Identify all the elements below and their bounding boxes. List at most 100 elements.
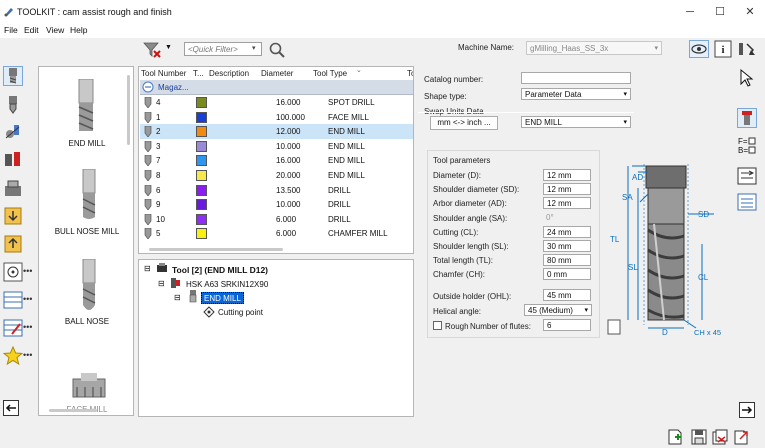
column-header[interactable]: Tool Number: [141, 69, 186, 78]
param-input[interactable]: 0 mm: [543, 268, 591, 281]
maximize-button[interactable]: ☐: [710, 4, 730, 20]
export-document-icon[interactable]: [732, 428, 750, 446]
list-icon[interactable]: [737, 192, 757, 212]
param-input[interactable]: 80 mm: [543, 254, 591, 267]
gauge-icon[interactable]: [3, 262, 23, 282]
tree-cutter-label[interactable]: END MILL: [201, 292, 244, 304]
tool-node-icon: [157, 263, 167, 272]
diameter-cell: 10.000: [276, 141, 301, 151]
collapse-left-button[interactable]: [3, 400, 19, 416]
filter-dropdown-icon[interactable]: ▼: [165, 44, 172, 51]
star-icon[interactable]: [3, 346, 23, 366]
quick-filter-input[interactable]: <Quick Filter>: [184, 42, 262, 56]
tool-number-cell: 3: [156, 141, 161, 151]
quick-filter-dropdown-icon[interactable]: ▾: [252, 44, 256, 52]
shape-type-select[interactable]: Parameter Data ▾: [521, 88, 631, 100]
catalog-number-input[interactable]: [521, 72, 631, 84]
table-row[interactable]: 7 16.000 END MILL: [140, 153, 413, 168]
diagram-label-ad: AD: [632, 173, 643, 182]
param-input[interactable]: 12 mm: [543, 197, 591, 210]
tool-assembly-icon[interactable]: [3, 122, 23, 142]
param-input[interactable]: 24 mm: [543, 225, 591, 238]
tool-grid: Tool Number T... Description Diameter To…: [138, 66, 414, 254]
table-row[interactable]: 2 12.000 END MILL: [140, 124, 413, 139]
holder-icon[interactable]: [3, 150, 23, 170]
collapse-right-button[interactable]: [739, 402, 755, 418]
library-item-label: BULL NOSE MILL: [54, 227, 120, 236]
outside-holder-input[interactable]: 45 mm: [543, 289, 591, 301]
rough-checkbox[interactable]: [433, 321, 442, 330]
tree-root-label[interactable]: Tool [2] (END MILL D12): [172, 265, 268, 275]
tree-collapse-icon[interactable]: ⊟: [174, 293, 181, 302]
new-document-icon[interactable]: [666, 428, 684, 446]
save-all-icon[interactable]: [711, 428, 729, 446]
library-hscrollbar[interactable]: [49, 409, 97, 412]
menu-view[interactable]: View: [46, 25, 64, 35]
group-label: Magaz...: [158, 83, 189, 92]
helical-angle-value: 45 (Medium): [528, 306, 573, 315]
param-input[interactable]: 30 mm: [543, 240, 591, 252]
tree-collapse-icon[interactable]: ⊟: [158, 279, 165, 288]
table-row[interactable]: 4 16.000 SPOT DRILL: [140, 95, 413, 110]
table-row[interactable]: 8 20.000 END MILL: [140, 168, 413, 183]
tree-point-label[interactable]: Cutting point: [218, 308, 263, 317]
compare-icon[interactable]: [737, 166, 757, 186]
minimize-button[interactable]: ─: [680, 4, 700, 20]
menu-edit[interactable]: Edit: [24, 25, 39, 35]
helical-angle-select[interactable]: 45 (Medium) ▾: [524, 304, 592, 316]
column-header[interactable]: To: [407, 69, 413, 78]
more-options-icon[interactable]: •••: [23, 350, 32, 360]
table-icon[interactable]: [3, 290, 23, 310]
menu-help[interactable]: Help: [70, 25, 87, 35]
table-row[interactable]: 10 6.000 DRILL: [140, 212, 413, 227]
flutes-input[interactable]: 6: [543, 319, 591, 331]
end-mill-category-button[interactable]: [3, 66, 23, 86]
tool-view-button[interactable]: [737, 108, 757, 128]
tree-holder-label[interactable]: HSK A63 SRKIN12X90: [186, 280, 268, 289]
cursor-select-icon[interactable]: [737, 68, 757, 88]
library-scrollbar[interactable]: [127, 75, 130, 145]
menu-file[interactable]: File: [4, 25, 18, 35]
more-options-icon[interactable]: •••: [23, 322, 32, 332]
machine-name-select[interactable]: gMilling_Haas_SS_3x ▾: [526, 41, 662, 55]
tool-type-select[interactable]: END MILL ▾: [521, 116, 631, 128]
tool-settings-icon[interactable]: [737, 40, 757, 58]
column-header[interactable]: Tool Type: [313, 69, 347, 78]
edit-table-icon[interactable]: [3, 318, 23, 338]
formula-icon[interactable]: F=B=: [737, 136, 757, 156]
bull-nose-mill-image[interactable]: [81, 169, 97, 221]
filter-icon[interactable]: [142, 41, 164, 59]
table-row[interactable]: 1 100.000 FACE MILL: [140, 110, 413, 125]
export-icon[interactable]: [3, 234, 23, 254]
drill-icon[interactable]: [3, 94, 23, 114]
tool-color-swatch: [196, 213, 207, 225]
more-options-icon[interactable]: •••: [23, 266, 32, 276]
param-input[interactable]: 12 mm: [543, 183, 591, 196]
close-button[interactable]: ✕: [740, 4, 760, 20]
tool-type-cell: SPOT DRILL: [328, 98, 375, 107]
table-row[interactable]: 6 13.500 DRILL: [140, 183, 413, 198]
import-icon[interactable]: [3, 206, 23, 226]
tool-color-swatch: [196, 126, 207, 138]
grid-hscrollbar[interactable]: [149, 248, 283, 251]
table-row[interactable]: 5 6.000 CHAMFER MILL: [140, 226, 413, 241]
search-icon[interactable]: [268, 41, 286, 59]
save-icon[interactable]: [690, 428, 708, 446]
magazine-icon[interactable]: [3, 178, 23, 198]
end-mill-image[interactable]: [77, 79, 95, 133]
more-options-icon[interactable]: •••: [23, 294, 32, 304]
param-input[interactable]: 12 mm: [543, 169, 591, 181]
table-row[interactable]: 3 10.000 END MILL: [140, 139, 413, 154]
column-header[interactable]: Description: [209, 69, 249, 78]
face-mill-image[interactable]: [69, 373, 109, 399]
group-row-magazine[interactable]: Magaz...: [140, 80, 413, 95]
tree-collapse-icon[interactable]: ⊟: [144, 264, 151, 273]
ball-nose-image[interactable]: [81, 259, 97, 313]
column-header[interactable]: Diameter: [261, 69, 293, 78]
param-input[interactable]: 0°: [543, 212, 591, 224]
eye-view-button[interactable]: [689, 40, 709, 58]
swap-units-button[interactable]: mm <-> inch ...: [430, 116, 498, 130]
info-icon[interactable]: i: [714, 40, 732, 58]
column-header[interactable]: T...: [193, 69, 204, 78]
table-row[interactable]: 9 10.000 DRILL: [140, 197, 413, 212]
